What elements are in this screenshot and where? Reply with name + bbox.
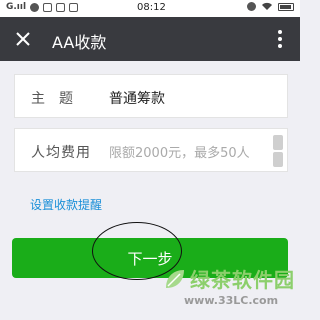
close-icon[interactable]	[10, 26, 36, 52]
more-options-icon[interactable]	[276, 28, 284, 50]
per-person-label: 人均费用	[31, 145, 91, 161]
watermark: 绿茶软件园 www.33LC.com	[160, 262, 300, 320]
amount-scroll-handle[interactable]	[273, 135, 283, 167]
subject-label: 主题	[31, 91, 87, 107]
status-left: G.ııl	[6, 2, 79, 12]
set-reminder-link[interactable]: 设置收款提醒	[30, 196, 102, 213]
battery-icon	[278, 2, 294, 11]
app-notification-icon	[43, 2, 53, 12]
watermark-name: 绿茶软件园	[190, 268, 295, 292]
alarm-icon	[247, 2, 256, 11]
signal-carrier: G.ııl	[6, 2, 27, 12]
stepper-up[interactable]	[273, 135, 283, 150]
status-right	[247, 2, 294, 11]
message-notification-icon	[69, 2, 79, 12]
subject-field[interactable]: 主题 普通筹款	[14, 74, 288, 118]
subject-value[interactable]: 普通筹款	[109, 88, 165, 108]
leaf-logo-icon	[166, 270, 184, 288]
stepper-down[interactable]	[273, 152, 283, 167]
wifi-icon	[262, 2, 272, 10]
title-bar: AA收款	[0, 17, 300, 61]
per-person-amount-field[interactable]: 人均费用 限额2000元，最多50人	[14, 128, 288, 172]
watermark-url: www.33LC.com	[184, 294, 279, 307]
page-title: AA收款	[52, 33, 107, 52]
per-person-placeholder[interactable]: 限额2000元，最多50人	[109, 142, 250, 161]
notification-icon	[30, 2, 40, 12]
status-bar: G.ııl 08:12	[0, 0, 300, 17]
status-time: 08:12	[137, 2, 166, 13]
image-notification-icon	[56, 2, 66, 12]
